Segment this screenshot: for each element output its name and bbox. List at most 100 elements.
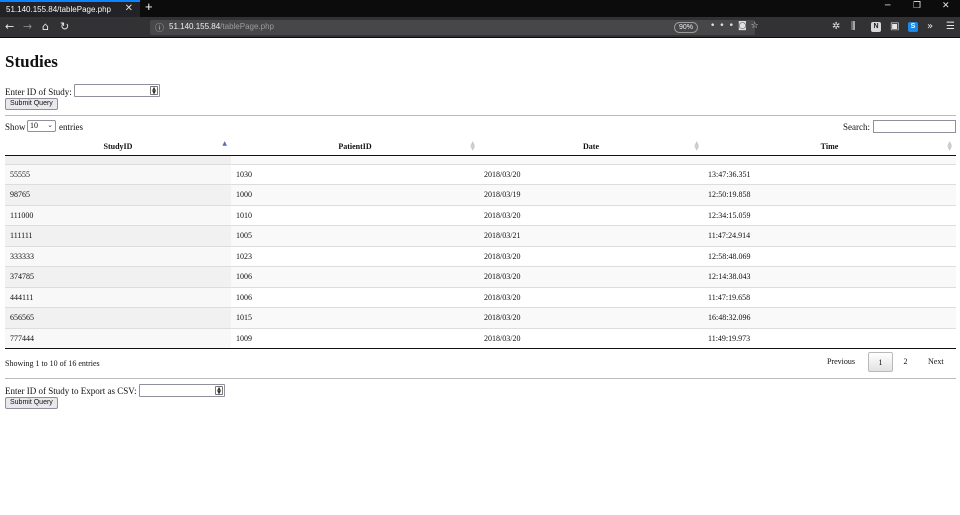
column-header-label: StudyID	[103, 141, 133, 151]
table-cell: 1009	[231, 327, 479, 349]
table-cell	[231, 155, 479, 164]
entries-label: entries	[59, 122, 83, 132]
export-study-id-field[interactable]	[140, 385, 224, 396]
table-cell: 111111	[5, 225, 231, 246]
studies-table: StudyID ▲ PatientID ▲ ▼ Date ▲ ▼ Time ▲ ▼ 55555…	[5, 138, 956, 349]
page-length-value: 10	[30, 121, 38, 130]
table-body: 55555 1030 2018/03/20 13:47:36.351 98765 1000…	[5, 155, 956, 349]
pagination-next[interactable]: Next	[928, 352, 944, 372]
table-header-row: StudyID ▲ PatientID ▲ ▼ Date ▲ ▼ Time ▲ ▼	[5, 138, 956, 156]
tab-close-icon[interactable]: ✕	[125, 3, 133, 14]
sort-icon: ▲ ▼	[694, 140, 699, 152]
search-input[interactable]	[873, 120, 956, 133]
table-cell: 2018/03/20	[479, 163, 703, 185]
page-content: Studies Enter ID of Study: ▲ ▼ Submit Que…	[0, 39, 960, 515]
spinner-icon[interactable]: ▲ ▼	[150, 86, 158, 96]
table-cell: 656565	[5, 307, 231, 328]
table-cell: 55555	[5, 163, 231, 185]
table-cell: 2018/03/20	[479, 327, 703, 349]
table-cell: 2018/03/20	[479, 286, 703, 308]
bookmark-star-icon[interactable]: ☆	[751, 21, 763, 31]
hamburger-menu-icon[interactable]: ☰	[946, 21, 955, 32]
overflow-chevron-icon[interactable]: »	[927, 21, 933, 32]
sort-ascending-icon: ▲	[222, 140, 227, 147]
table-cell: 12:14:38.043	[703, 266, 956, 287]
table-cell: 2018/03/21	[479, 225, 703, 246]
show-label: Show	[5, 122, 26, 132]
export-study-id-label: Enter ID of Study to Export as CSV:	[5, 386, 137, 396]
forward-icon[interactable]: →	[23, 20, 32, 33]
table-cell: 1005	[231, 225, 479, 246]
page-actions: •••◙☆	[710, 21, 763, 31]
table-cell: 11:47:19.658	[703, 286, 956, 308]
table-cell: 333333	[5, 245, 231, 267]
table-cell: 2018/03/19	[479, 184, 703, 205]
pagination-previous[interactable]: Previous	[827, 352, 855, 372]
pagination-page-2[interactable]: 2	[893, 352, 918, 372]
table-cell: 12:34:15.059	[703, 204, 956, 226]
url-text[interactable]: 51.140.155.84/tablePage.php	[169, 22, 274, 31]
site-info-icon[interactable]: ⓘ	[155, 21, 164, 34]
url-path: /tablePage.php	[220, 22, 274, 31]
library-icon[interactable]: ⫼	[851, 21, 856, 32]
table-cell: 1006	[231, 266, 479, 287]
minimize-icon[interactable]: ─	[885, 1, 890, 11]
page-length-select[interactable]: 10 ⌄	[27, 120, 56, 132]
home-icon[interactable]: ⌂	[42, 20, 49, 33]
study-id-field[interactable]	[75, 85, 159, 96]
export-study-id-input[interactable]: ▲ ▼	[139, 384, 225, 397]
gear-icon[interactable]: ✲	[832, 21, 840, 32]
table-cell: 111000	[5, 204, 231, 226]
table-row: 55555 1030 2018/03/20 13:47:36.351	[5, 163, 956, 185]
column-header-studyid[interactable]: StudyID ▲	[5, 138, 231, 156]
table-cell	[703, 155, 956, 164]
column-header-label: Time	[820, 141, 839, 151]
pagination-page-1[interactable]: 1	[868, 352, 893, 372]
table-row: 374785 1006 2018/03/20 12:14:38.043	[5, 266, 956, 287]
column-header-patientid[interactable]: PatientID ▲ ▼	[231, 138, 479, 156]
table-cell: 374785	[5, 266, 231, 287]
table-cell	[5, 155, 231, 164]
table-cell: 16:48:32.096	[703, 307, 956, 328]
table-cell: 1010	[231, 204, 479, 226]
table-cell: 12:58:48.069	[703, 245, 956, 267]
extension-n-icon[interactable]: N	[871, 22, 881, 32]
page-actions-icon[interactable]: •••	[710, 21, 738, 31]
column-header-date[interactable]: Date ▲ ▼	[479, 138, 703, 156]
extension-s-icon[interactable]: S	[908, 22, 918, 32]
table-cell: 777444	[5, 327, 231, 349]
submit-query-button[interactable]: Submit Query	[5, 98, 58, 110]
study-id-input[interactable]: ▲ ▼	[74, 84, 160, 97]
back-icon[interactable]: ←	[5, 20, 14, 33]
zoom-level-badge[interactable]: 90%	[674, 22, 699, 33]
export-submit-query-button[interactable]: Submit Query	[5, 397, 58, 409]
divider	[5, 378, 956, 379]
browser-tab[interactable]: 51.140.155.84/tablePage.php ✕	[0, 0, 140, 17]
restore-icon[interactable]: ❐	[913, 1, 921, 11]
table-row: 111111 1005 2018/03/21 11:47:24.914	[5, 225, 956, 246]
chevron-down-icon: ⌄	[47, 121, 53, 129]
sort-icon: ▲ ▼	[947, 140, 952, 152]
search-label: Search:	[843, 122, 870, 132]
pocket-icon[interactable]: ◙	[738, 21, 751, 31]
study-id-label: Enter ID of Study:	[5, 87, 72, 97]
reload-icon[interactable]: ↻	[60, 20, 69, 33]
column-header-time[interactable]: Time ▲ ▼	[703, 138, 956, 156]
window-close-icon[interactable]: ✕	[942, 1, 950, 11]
table-cell: 2018/03/20	[479, 266, 703, 287]
table-cell: 2018/03/20	[479, 307, 703, 328]
spinner-icon[interactable]: ▲ ▼	[215, 386, 223, 396]
sort-icon: ▲ ▼	[470, 140, 475, 152]
column-header-label: PatientID	[338, 141, 372, 151]
table-row: 444111 1006 2018/03/20 11:47:19.658	[5, 286, 956, 308]
table-cell: 98765	[5, 184, 231, 205]
table-row: 111000 1010 2018/03/20 12:34:15.059	[5, 204, 956, 226]
table-cell: 2018/03/20	[479, 204, 703, 226]
new-tab-icon[interactable]: +	[145, 0, 153, 14]
address-bar[interactable]: ⓘ 51.140.155.84/tablePage.php 90% •••◙☆	[150, 20, 759, 35]
sidebar-icon[interactable]: ▣	[890, 21, 899, 32]
table-cell	[479, 155, 703, 164]
table-info: Showing 1 to 10 of 16 entries	[5, 359, 100, 368]
column-header-label: Date	[583, 141, 599, 151]
table-row: 656565 1015 2018/03/20 16:48:32.096	[5, 307, 956, 328]
